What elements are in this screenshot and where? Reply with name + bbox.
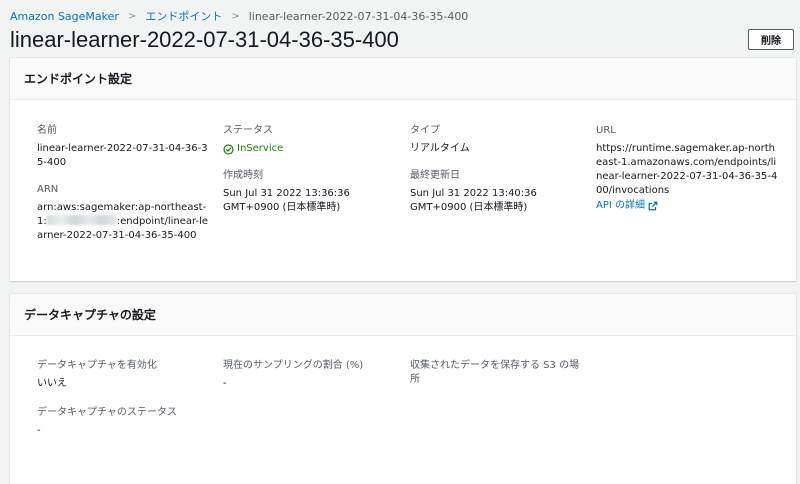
- capture-sampling-label: 現在のサンプリングの割合 (%): [223, 360, 364, 371]
- capture-sampling-field: 現在のサンプリングの割合 (%) -: [223, 359, 403, 391]
- endpoint-url-value: https://runtime.sagemaker.ap-northeast-1…: [596, 143, 778, 196]
- endpoint-type-value: リアルタイム: [410, 143, 470, 154]
- endpoint-name-value: linear-learner-2022-07-31-04-36-35-400: [37, 143, 208, 168]
- capture-enabled-field: データキャプチャを有効化 いいえ: [37, 359, 217, 391]
- endpoint-settings-header: エンドポイント設定: [10, 58, 796, 100]
- capture-status-field: データキャプチャのステータス -: [37, 406, 217, 438]
- check-circle-icon: [223, 143, 234, 155]
- api-details-link[interactable]: API の詳細: [596, 199, 658, 213]
- page-title: linear-learner-2022-07-31-04-36-35-400: [10, 27, 399, 52]
- endpoint-arn-field: ARN arn:aws:sagemaker:ap-northeast-1::en…: [37, 183, 209, 243]
- endpoint-settings-panel: エンドポイント設定 名前 linear-learner-2022-07-31-0…: [10, 58, 796, 281]
- capture-status-value: -: [37, 425, 41, 436]
- breadcrumb-current: linear-learner-2022-07-31-04-36-35-400: [248, 9, 469, 23]
- capture-s3-label: 収集されたデータを保存する S3 の場所: [410, 360, 580, 385]
- endpoint-created-value: Sun Jul 31 2022 13:36:36 GMT+0900 (日本標準時…: [223, 188, 350, 213]
- endpoint-created-field: 作成時刻 Sun Jul 31 2022 13:36:36 GMT+0900 (…: [223, 169, 403, 215]
- endpoint-arn-value: arn:aws:sagemaker:ap-northeast-1::endpoi…: [37, 201, 209, 243]
- breadcrumb: Amazon SageMaker > エンドポイント > linear-lear…: [10, 8, 468, 24]
- endpoint-updated-label: 最終更新日: [410, 170, 460, 181]
- endpoint-updated-field: 最終更新日 Sun Jul 31 2022 13:40:36 GMT+0900 …: [410, 169, 590, 215]
- breadcrumb-endpoints[interactable]: エンドポイント: [145, 8, 222, 24]
- chevron-right-icon: >: [231, 10, 240, 22]
- data-capture-header: データキャプチャの設定: [10, 294, 796, 336]
- capture-s3-field: 収集されたデータを保存する S3 の場所: [410, 359, 582, 387]
- capture-enabled-value: いいえ: [37, 378, 67, 389]
- endpoint-type-label: タイプ: [410, 125, 440, 136]
- delete-button[interactable]: 削除: [748, 29, 794, 50]
- data-capture-panel: データキャプチャの設定 データキャプチャを有効化 いいえ 現在のサンプリングの割…: [10, 294, 796, 484]
- capture-status-label: データキャプチャのステータス: [37, 407, 177, 418]
- endpoint-url-field: URL https://runtime.sagemaker.ap-northea…: [596, 124, 778, 213]
- endpoint-created-label: 作成時刻: [223, 170, 263, 181]
- endpoint-arn-label: ARN: [37, 184, 59, 195]
- endpoint-type-field: タイプ リアルタイム: [410, 124, 590, 156]
- breadcrumb-sagemaker[interactable]: Amazon SageMaker: [10, 10, 119, 23]
- endpoint-status-value: InService: [237, 143, 284, 154]
- endpoint-url-label: URL: [596, 125, 616, 136]
- endpoint-status-label: ステータス: [223, 125, 273, 136]
- chevron-right-icon: >: [127, 10, 137, 22]
- masked-account-id: [46, 215, 117, 225]
- endpoint-status-field: ステータス InService: [223, 124, 403, 156]
- external-link-icon: [648, 201, 658, 211]
- capture-enabled-label: データキャプチャを有効化: [37, 360, 157, 371]
- api-details-label: API の詳細: [596, 200, 645, 211]
- status-badge: InService: [223, 142, 403, 156]
- endpoint-updated-value: Sun Jul 31 2022 13:40:36 GMT+0900 (日本標準時…: [410, 188, 537, 213]
- endpoint-name-label: 名前: [37, 125, 57, 136]
- endpoint-name-field: 名前 linear-learner-2022-07-31-04-36-35-40…: [37, 124, 209, 170]
- capture-sampling-value: -: [223, 378, 227, 389]
